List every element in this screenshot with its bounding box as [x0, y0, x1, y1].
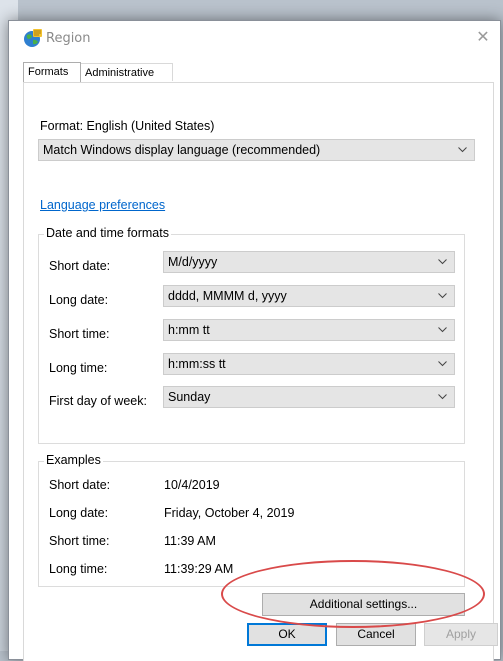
long-time-value: h:mm:ss tt	[168, 357, 226, 371]
short-time-value: h:mm tt	[168, 323, 210, 337]
long-time-dropdown[interactable]: h:mm:ss tt	[163, 353, 455, 375]
chevron-down-icon	[436, 286, 448, 306]
example-short-time-label: Short time:	[49, 534, 110, 548]
format-dropdown[interactable]: Match Windows display language (recommen…	[38, 139, 475, 161]
format-label: Format: English (United States)	[40, 119, 215, 133]
long-date-value: dddd, MMMM d, yyyy	[168, 289, 287, 303]
region-dialog: Region ✕ Formats Administrative Format: …	[8, 20, 501, 661]
additional-settings-button[interactable]: Additional settings...	[262, 593, 465, 616]
short-time-dropdown[interactable]: h:mm tt	[163, 319, 455, 341]
globe-icon	[24, 29, 42, 47]
title-bar: Region ✕	[9, 21, 500, 55]
format-dropdown-value: Match Windows display language (recommen…	[43, 143, 321, 157]
date-time-formats-title: Date and time formats	[44, 226, 171, 240]
examples-group: Examples Short date: 10/4/2019 Long date…	[38, 453, 465, 587]
close-icon: ✕	[476, 29, 490, 46]
formats-panel: Format: English (United States) Match Wi…	[23, 82, 494, 661]
first-day-of-week-label: First day of week:	[49, 394, 147, 408]
tab-administrative[interactable]: Administrative	[80, 63, 173, 81]
long-date-label: Long date:	[49, 293, 109, 307]
example-short-date-value: 10/4/2019	[164, 478, 220, 492]
window-title: Region	[46, 31, 91, 46]
first-day-of-week-value: Sunday	[168, 390, 211, 404]
language-preferences-link[interactable]: Language preferences	[40, 198, 165, 212]
example-long-time-label: Long time:	[49, 562, 108, 576]
ok-button[interactable]: OK	[247, 623, 327, 646]
example-long-date-value: Friday, October 4, 2019	[164, 506, 295, 520]
short-time-label: Short time:	[49, 327, 110, 341]
examples-title: Examples	[44, 453, 103, 467]
cancel-button[interactable]: Cancel	[336, 623, 416, 646]
short-date-dropdown[interactable]: M/d/yyyy	[163, 251, 455, 273]
short-date-value: M/d/yyyy	[168, 255, 218, 269]
short-date-label: Short date:	[49, 259, 111, 273]
long-time-label: Long time:	[49, 361, 108, 375]
date-time-formats-group: Date and time formats Short date: M/d/yy…	[38, 226, 465, 444]
chevron-down-icon	[436, 320, 448, 340]
example-long-date-label: Long date:	[49, 506, 109, 520]
example-short-time-value: 11:39 AM	[164, 534, 216, 548]
chevron-down-icon	[436, 387, 448, 407]
long-date-dropdown[interactable]: dddd, MMMM d, yyyy	[163, 285, 455, 307]
example-short-date-label: Short date:	[49, 478, 111, 492]
example-long-time-value: 11:39:29 AM	[164, 562, 234, 576]
chevron-down-icon	[436, 252, 448, 272]
chevron-down-icon	[456, 140, 468, 160]
tab-formats[interactable]: Formats	[23, 62, 81, 82]
apply-button: Apply	[424, 623, 498, 646]
close-button[interactable]: ✕	[466, 21, 500, 53]
chevron-down-icon	[436, 354, 448, 374]
first-day-of-week-dropdown[interactable]: Sunday	[163, 386, 455, 408]
